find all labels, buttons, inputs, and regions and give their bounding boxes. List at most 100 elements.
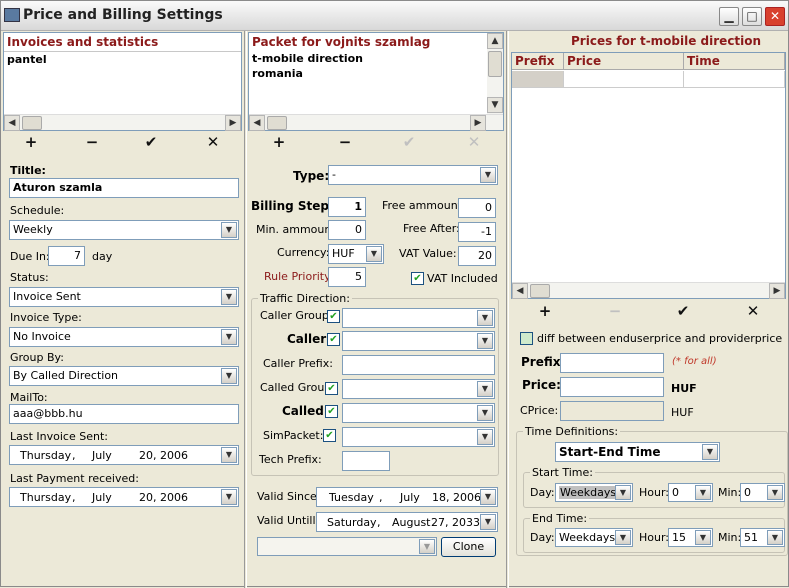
apply-price-button[interactable]: ✔ <box>672 302 694 320</box>
chevron-down-icon[interactable]: ▼ <box>695 530 711 545</box>
called-select[interactable]: ▼ <box>342 403 495 423</box>
remove-packet-button[interactable]: − <box>334 133 356 151</box>
chevron-down-icon[interactable]: ▼ <box>477 405 493 421</box>
end-day-select[interactable]: Weekdays ▼ <box>555 528 633 547</box>
called-checkbox[interactable]: ✔ <box>325 405 338 418</box>
simpacket-select[interactable]: ▼ <box>342 427 495 447</box>
remove-price-button[interactable]: − <box>604 302 626 320</box>
caller-group-checkbox[interactable]: ✔ <box>327 310 340 323</box>
clone-button[interactable]: Clone <box>441 537 496 557</box>
start-min-select[interactable]: 0 ▼ <box>740 483 785 502</box>
scroll-right-icon[interactable]: ▶ <box>470 115 486 131</box>
simpacket-checkbox[interactable]: ✔ <box>323 429 336 442</box>
chevron-down-icon[interactable]: ▼ <box>221 329 237 345</box>
valid-until-date[interactable]: Saturday , August 27, 2033 ▼ <box>316 512 498 532</box>
last-payment-date[interactable]: Thursday , July 20, 2006 ▼ <box>9 487 239 507</box>
chevron-down-icon[interactable]: ▼ <box>419 539 435 554</box>
chevron-down-icon[interactable]: ▼ <box>615 485 631 500</box>
scroll-right-icon[interactable]: ▶ <box>769 283 785 299</box>
called-group-checkbox[interactable]: ✔ <box>325 382 338 395</box>
prefix-input[interactable] <box>560 353 664 373</box>
vat-value-input[interactable]: 20 <box>458 246 496 266</box>
chevron-down-icon[interactable]: ▼ <box>480 514 496 530</box>
table-row-price-cell[interactable] <box>564 71 684 88</box>
packet-vscrollbar[interactable]: ▲ ▼ <box>487 33 503 114</box>
chevron-down-icon[interactable]: ▼ <box>221 222 237 238</box>
end-hour-select[interactable]: 15 ▼ <box>668 528 713 547</box>
start-day-select[interactable]: Weekdays ▼ <box>555 483 633 502</box>
caller-checkbox[interactable]: ✔ <box>327 333 340 346</box>
prices-grid[interactable]: Prefix Price Time ◀ ▶ <box>511 52 786 299</box>
scroll-thumb[interactable] <box>267 116 287 130</box>
close-button[interactable]: ✕ <box>765 7 785 26</box>
clone-target-select[interactable]: ▼ <box>257 537 437 556</box>
status-select[interactable]: Invoice Sent ▼ <box>9 287 239 307</box>
free-after-input[interactable]: -1 <box>458 222 496 242</box>
tech-prefix-input[interactable] <box>342 451 390 471</box>
price-input[interactable] <box>560 377 664 397</box>
list-item[interactable]: romania <box>249 66 503 81</box>
chevron-down-icon[interactable]: ▼ <box>702 444 718 460</box>
apply-packet-button[interactable]: ✔ <box>398 133 420 151</box>
invoices-list[interactable]: Invoices and statistics pantel ◀ ▶ <box>3 32 242 131</box>
chevron-down-icon[interactable]: ▼ <box>477 310 493 326</box>
list-item[interactable]: t-mobile direction <box>249 51 503 66</box>
due-in-input[interactable]: 7 <box>48 246 85 266</box>
schedule-select[interactable]: Weekly ▼ <box>9 220 239 240</box>
packet-list[interactable]: Packet for vojnits szamlag t-mobile dire… <box>248 32 504 131</box>
chevron-down-icon[interactable]: ▼ <box>477 429 493 445</box>
chevron-down-icon[interactable]: ▼ <box>477 381 493 397</box>
diff-checkbox[interactable] <box>520 332 533 345</box>
column-header-price[interactable]: Price <box>564 53 684 70</box>
table-row-prefix-cell[interactable] <box>512 71 564 88</box>
chevron-down-icon[interactable]: ▼ <box>221 368 237 384</box>
maximize-button[interactable]: □ <box>742 7 762 26</box>
list-item[interactable]: pantel <box>4 52 241 67</box>
called-group-select[interactable]: ▼ <box>342 379 495 399</box>
vat-included-checkbox[interactable]: ✔ <box>411 272 424 285</box>
rule-priority-input[interactable]: 5 <box>328 267 366 287</box>
title-input[interactable]: Aturon szamla <box>9 178 239 198</box>
billing-steps-input[interactable]: 1 <box>328 197 366 217</box>
packet-hscrollbar[interactable]: ◀ ▶ <box>249 114 503 131</box>
cancel-invoice-button[interactable]: ✕ <box>202 133 224 151</box>
scroll-thumb[interactable] <box>22 116 42 130</box>
add-invoice-button[interactable]: + <box>20 133 42 151</box>
add-price-button[interactable]: + <box>534 302 556 320</box>
splitter-left[interactable] <box>244 31 247 588</box>
last-invoice-date[interactable]: Thursday , July 20, 2006 ▼ <box>9 445 239 465</box>
scroll-left-icon[interactable]: ◀ <box>249 115 265 131</box>
scroll-left-icon[interactable]: ◀ <box>512 283 528 299</box>
caller-prefix-input[interactable] <box>342 355 495 375</box>
chevron-down-icon[interactable]: ▼ <box>615 530 631 545</box>
invoices-hscrollbar[interactable]: ◀ ▶ <box>4 114 241 131</box>
invoice-type-select[interactable]: No Invoice ▼ <box>9 327 239 347</box>
splitter-right[interactable] <box>506 31 509 588</box>
scroll-down-icon[interactable]: ▼ <box>487 97 503 113</box>
currency-select[interactable]: HUF ▼ <box>328 244 384 264</box>
chevron-down-icon[interactable]: ▼ <box>695 485 711 500</box>
start-hour-select[interactable]: 0 ▼ <box>668 483 713 502</box>
chevron-down-icon[interactable]: ▼ <box>221 289 237 305</box>
scroll-thumb[interactable] <box>530 284 550 298</box>
valid-since-date[interactable]: Tuesday , July 18, 2006 ▼ <box>316 487 498 507</box>
chevron-down-icon[interactable]: ▼ <box>221 489 237 505</box>
chevron-down-icon[interactable]: ▼ <box>767 530 783 545</box>
chevron-down-icon[interactable]: ▼ <box>480 489 496 505</box>
table-row-time-cell[interactable] <box>684 71 785 88</box>
column-header-time[interactable]: Time <box>684 53 785 70</box>
apply-invoice-button[interactable]: ✔ <box>140 133 162 151</box>
scroll-right-icon[interactable]: ▶ <box>225 115 241 131</box>
prices-hscrollbar[interactable]: ◀ ▶ <box>512 282 785 299</box>
min-amount-input[interactable]: 0 <box>328 220 366 240</box>
end-min-select[interactable]: 51 ▼ <box>740 528 785 547</box>
time-mode-select[interactable]: Start-End Time ▼ <box>555 442 720 462</box>
chevron-down-icon[interactable]: ▼ <box>767 485 783 500</box>
caller-select[interactable]: ▼ <box>342 331 495 351</box>
chevron-down-icon[interactable]: ▼ <box>366 246 382 262</box>
chevron-down-icon[interactable]: ▼ <box>480 167 496 183</box>
type-select[interactable]: - ▼ <box>328 165 498 185</box>
chevron-down-icon[interactable]: ▼ <box>477 333 493 349</box>
group-by-select[interactable]: By Called Direction ▼ <box>9 366 239 386</box>
column-header-prefix[interactable]: Prefix <box>512 53 564 70</box>
